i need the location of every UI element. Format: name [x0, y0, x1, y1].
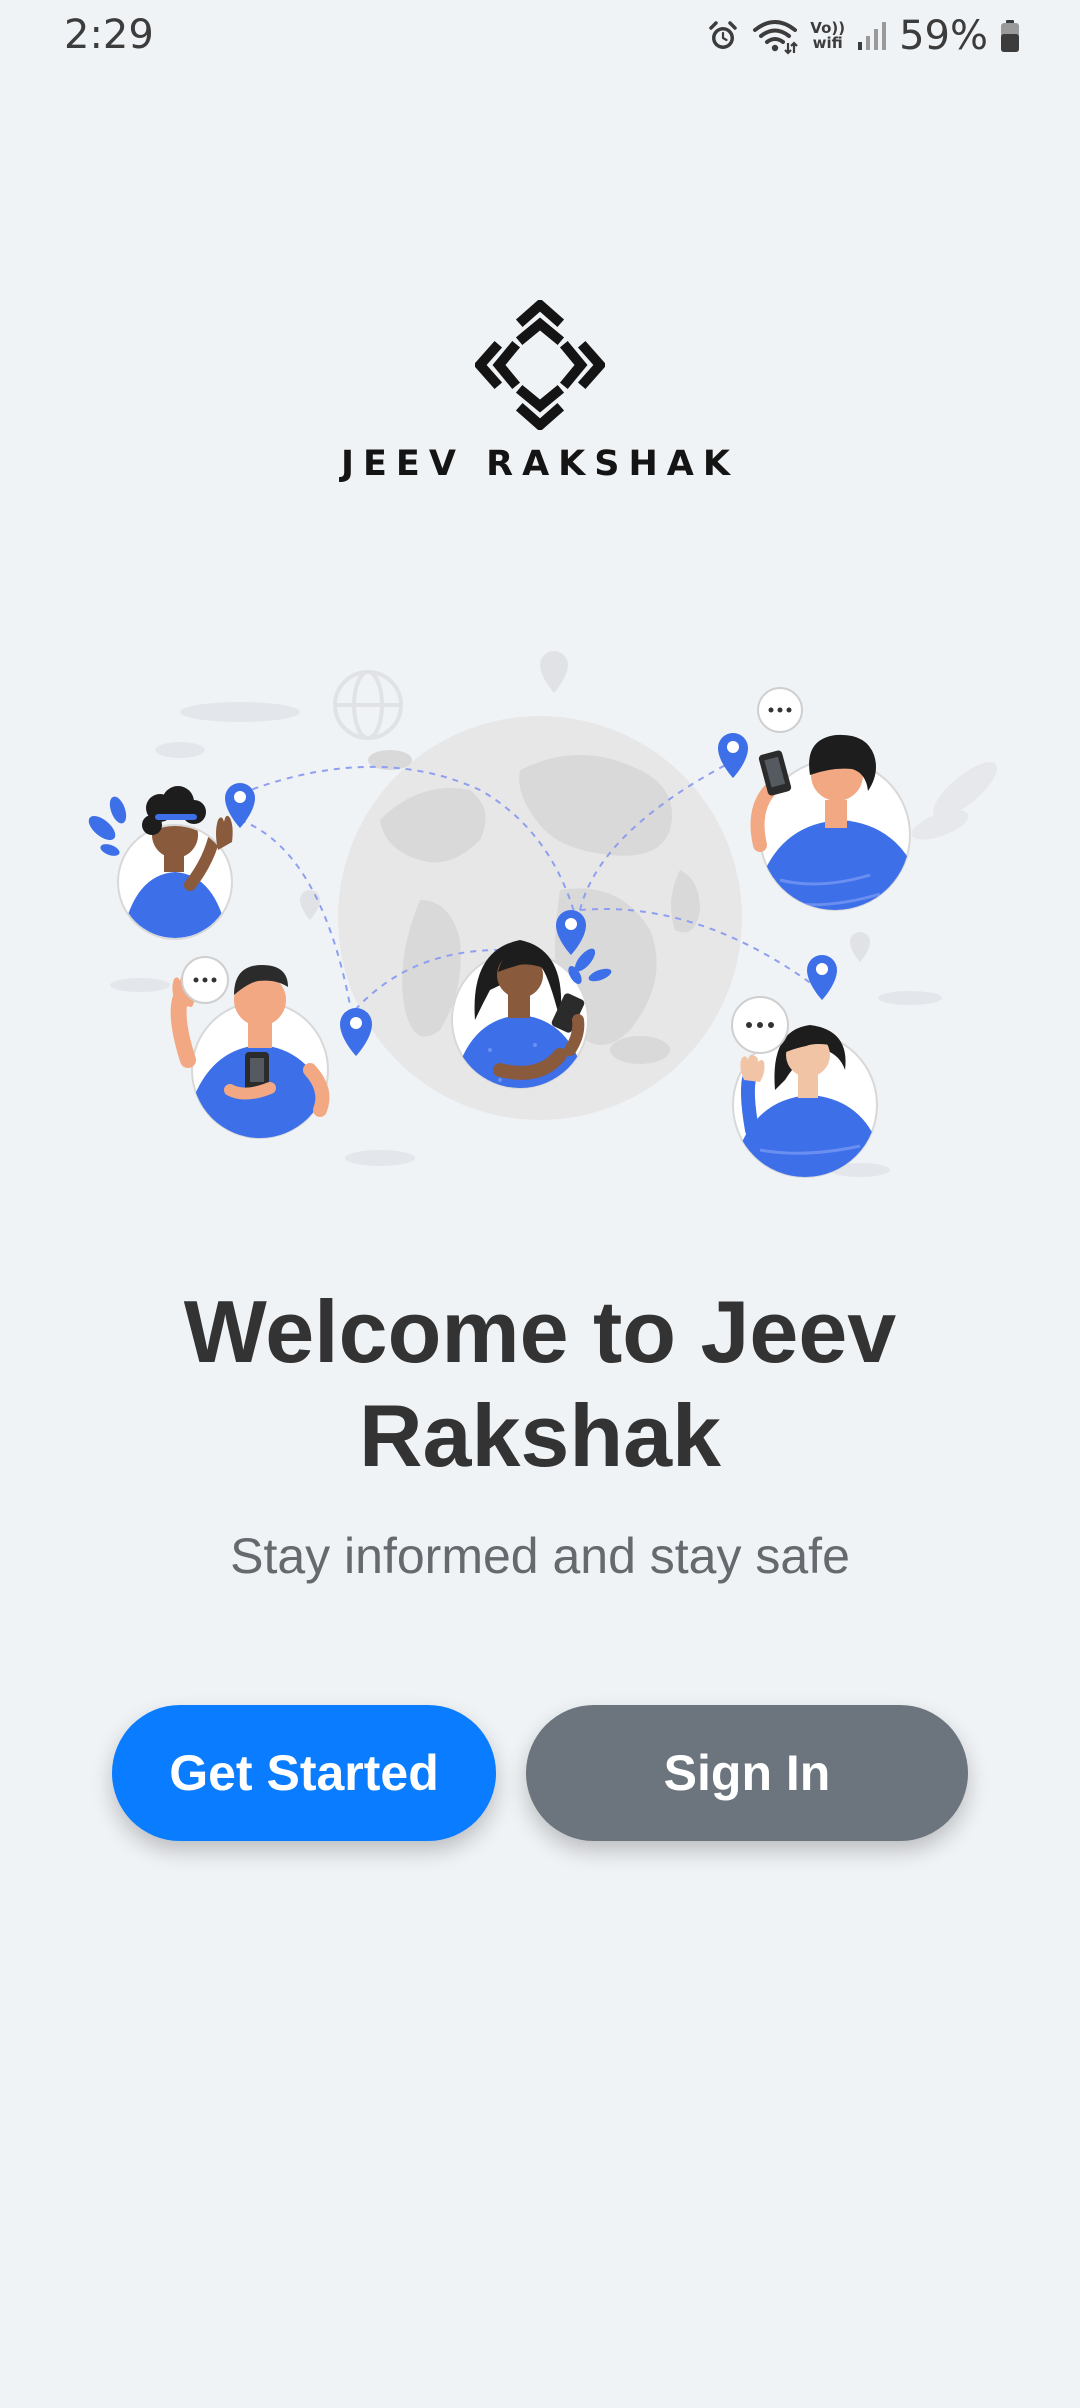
battery-icon [1000, 19, 1020, 53]
volte-wifi-icon: Vo)) wifi [810, 21, 845, 51]
status-icons: Vo)) wifi 59% [706, 12, 1020, 60]
volte-wifi-label: wifi [812, 34, 843, 52]
logo-mark-icon [475, 300, 605, 430]
status-bar: 2:29 Vo)) wifi 59% [0, 0, 1080, 72]
welcome-title: Welcome to Jeev Rakshak [183, 1282, 897, 1485]
signal-icon [857, 20, 887, 52]
hero-illustration [80, 650, 1000, 1190]
sign-in-button[interactable]: Sign In [526, 1705, 968, 1841]
alarm-icon [706, 19, 740, 53]
app-logo: JEEV RAKSHAK [0, 300, 1080, 484]
wifi-icon [752, 17, 799, 55]
get-started-button[interactable]: Get Started [112, 1705, 496, 1841]
status-time: 2:29 [64, 12, 154, 58]
battery-percent: 59% [899, 13, 988, 59]
logo-text: JEEV RAKSHAK [341, 444, 739, 484]
welcome-subtitle: Stay informed and stay safe [230, 1528, 850, 1584]
